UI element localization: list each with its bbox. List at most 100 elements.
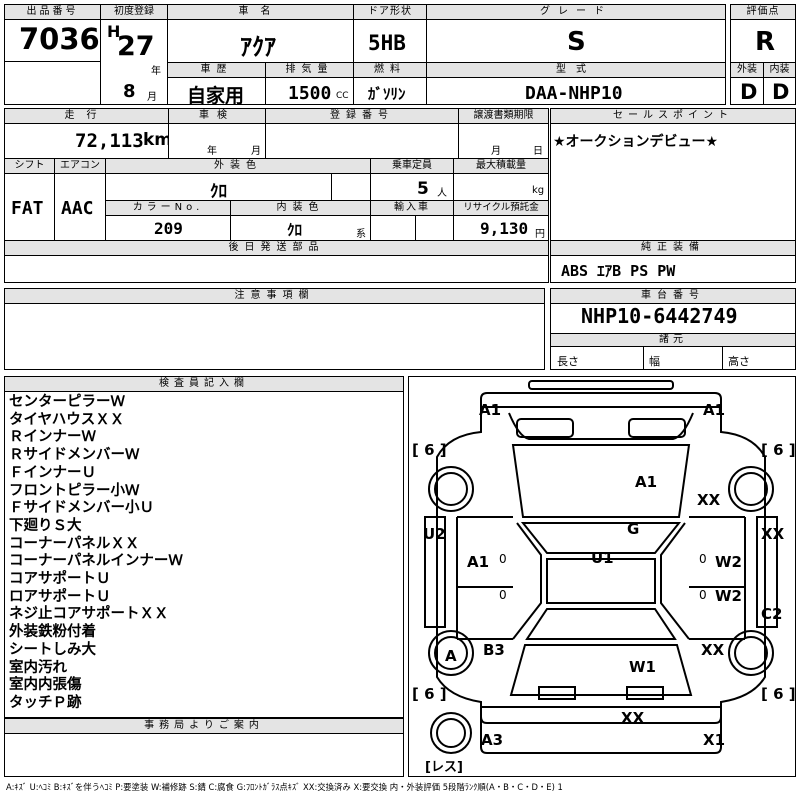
inspector-item: ＦインナーＵ bbox=[9, 464, 96, 481]
mark-tire-fl: [ 6 ] bbox=[412, 441, 447, 459]
displacement: 1500 bbox=[288, 83, 332, 104]
plate-label: 登録番号 bbox=[266, 109, 458, 124]
car-diagram-panel: A1 A1 [ 6 ] [ 6 ] A1 XX G U2 XX A1 U1 W2… bbox=[408, 376, 796, 777]
color-no-label: カラーNo. bbox=[106, 201, 230, 216]
car-name: ｱｸｱ bbox=[240, 33, 276, 61]
history-label: 車歴 bbox=[168, 63, 265, 78]
mark-rear-bumper: XX bbox=[621, 709, 645, 727]
mark-bottom-left: A3 bbox=[481, 731, 503, 749]
height-label: 高さ bbox=[728, 355, 750, 368]
recycle: 9,130 bbox=[480, 219, 529, 238]
mark-front-right-fender: XX bbox=[697, 491, 721, 509]
mark-trunk: W1 bbox=[629, 658, 656, 676]
shift: FAT bbox=[11, 198, 44, 219]
lot-cell: 出品番号 7036 bbox=[4, 4, 101, 62]
inspector-item: コーナーパネルＸＸ bbox=[9, 535, 140, 552]
inspector-item: コーナーパネルインナーＷ bbox=[9, 553, 183, 570]
mileage-label: 走行 bbox=[5, 109, 168, 124]
mark-left-front: U2 bbox=[423, 525, 446, 543]
sales-point: ★オークションデビュー★ bbox=[553, 134, 719, 150]
first-reg-label: 初度登録 bbox=[101, 5, 167, 20]
equipment-label: 純正装備 bbox=[551, 241, 795, 256]
exterior-cell: 外装 D bbox=[730, 62, 764, 105]
front-bumper bbox=[480, 392, 722, 407]
mark-bottom-right: X1 bbox=[703, 731, 725, 749]
inspection-label: 車検 bbox=[169, 109, 265, 124]
hood-front bbox=[508, 412, 694, 440]
model: DAA-NHP10 bbox=[525, 83, 623, 104]
door-label: ドア形状 bbox=[354, 5, 426, 20]
exterior-label: 外装 bbox=[731, 63, 763, 78]
car-name-label: 車名 bbox=[168, 5, 353, 20]
mark-spare: [レス] bbox=[425, 760, 463, 775]
shift-label: シフト bbox=[5, 159, 54, 174]
inspector-item: タッチＰ跡 bbox=[9, 694, 82, 711]
fuel-label: 燃料 bbox=[354, 63, 426, 78]
insp-year-unit: 年 bbox=[207, 146, 217, 157]
spec-cell: 諸元 長さ 幅 高さ bbox=[550, 333, 796, 370]
chassis-label: 車台番号 bbox=[551, 289, 795, 304]
headlight-left bbox=[516, 418, 574, 438]
mark-zero-left: 0 bbox=[499, 552, 507, 566]
year-unit: 年 bbox=[151, 66, 161, 77]
inspector-panel: 検査員記入欄 センターピラーＷ タイヤハウスＸＸ ＲインナーＷ Ｒサイドメンバー… bbox=[4, 376, 404, 718]
inspector-item: ＲサイドメンバーＷ bbox=[9, 447, 140, 464]
mark-right-front: XX bbox=[761, 525, 785, 543]
shift-cell: シフト FAT bbox=[4, 158, 55, 241]
inspector-item: フロントピラー小Ｗ bbox=[9, 482, 140, 499]
taillight-right bbox=[626, 686, 664, 700]
sales-point-label: セールスポイント bbox=[551, 109, 795, 124]
chassis-number: NHP10-6442749 bbox=[581, 304, 738, 328]
int-color-unit: 系 bbox=[356, 229, 366, 240]
mileage: 72,113 bbox=[75, 130, 144, 152]
capacity: 5 bbox=[417, 179, 429, 199]
reg-month: 8 bbox=[123, 81, 136, 102]
inspector-item: 下廻りＳ大 bbox=[9, 517, 82, 534]
headlight-right bbox=[628, 418, 686, 438]
interior-grade: D bbox=[772, 80, 790, 104]
mark-left-rear: B3 bbox=[483, 641, 505, 659]
later-parts-label: 後日発送部品 bbox=[5, 241, 548, 256]
inspector-list: センターピラーＷ タイヤハウスＸＸ ＲインナーＷ ＲサイドメンバーＷ Ｆインナー… bbox=[9, 394, 183, 713]
car-diagram: A1 A1 [ 6 ] [ 6 ] A1 XX G U2 XX A1 U1 W2… bbox=[412, 380, 795, 775]
rear-bumper-lower bbox=[480, 711, 722, 754]
caution-label: 注意事項欄 bbox=[5, 289, 544, 304]
ac-cell: エアコン AAC bbox=[54, 158, 106, 241]
mark-zero-right: 0 bbox=[699, 552, 707, 566]
ext-color: ｸﾛ bbox=[210, 182, 227, 202]
int-color-label: 内装色 bbox=[231, 201, 370, 216]
inspection-cell: 車検 年 月 bbox=[168, 108, 266, 159]
rear-window bbox=[525, 608, 677, 640]
grade: S bbox=[567, 27, 586, 57]
inspector-item: ＲインナーＷ bbox=[9, 429, 96, 446]
fuel: ｶﾞｿﾘﾝ bbox=[368, 85, 406, 103]
displacement-unit: CC bbox=[336, 91, 349, 101]
interior-cell: 内装 D bbox=[763, 62, 796, 105]
transfer-day-unit: 日 bbox=[533, 146, 543, 157]
grade-cell: グレード S bbox=[426, 4, 726, 63]
caution-cell: 注意事項欄 bbox=[4, 288, 545, 370]
inspector-item: シートしみ大 bbox=[9, 641, 96, 658]
recycle-label: リサイクル預託金 bbox=[454, 201, 548, 216]
score-label: 評価点 bbox=[731, 5, 795, 20]
import-cell: 輸入車 bbox=[370, 200, 454, 241]
equipment: ABS ｴｱB PS PW bbox=[561, 262, 676, 280]
month-unit: 月 bbox=[147, 92, 157, 103]
car-name-cell: 車名 ｱｸｱ bbox=[167, 4, 354, 63]
ac: AAC bbox=[61, 198, 94, 219]
inspector-item: 室内汚れ bbox=[9, 659, 67, 676]
score: R bbox=[755, 27, 776, 57]
front-bumper-strip bbox=[528, 380, 674, 390]
transfer-month-unit: 月 bbox=[491, 146, 501, 157]
plate-cell: 登録番号 bbox=[265, 108, 459, 159]
transfer-label: 譲渡書類期限 bbox=[459, 109, 548, 124]
reg-year: 27 bbox=[117, 31, 155, 62]
mark-top-left: A1 bbox=[479, 401, 501, 419]
spec-label: 諸元 bbox=[551, 334, 795, 347]
grade-label: グレード bbox=[427, 5, 725, 20]
mark-rear-right-fender: XX bbox=[701, 641, 725, 659]
int-color-cell: 内装色 ｸﾛ 系 bbox=[230, 200, 371, 241]
fuel-cell: 燃料 ｶﾞｿﾘﾝ bbox=[353, 62, 427, 105]
vehicle-details: 走行 72,113 km 車検 年 月 登録番号 譲渡書類期限 月 日 シフト … bbox=[4, 108, 796, 283]
interior-label: 内装 bbox=[764, 63, 795, 78]
